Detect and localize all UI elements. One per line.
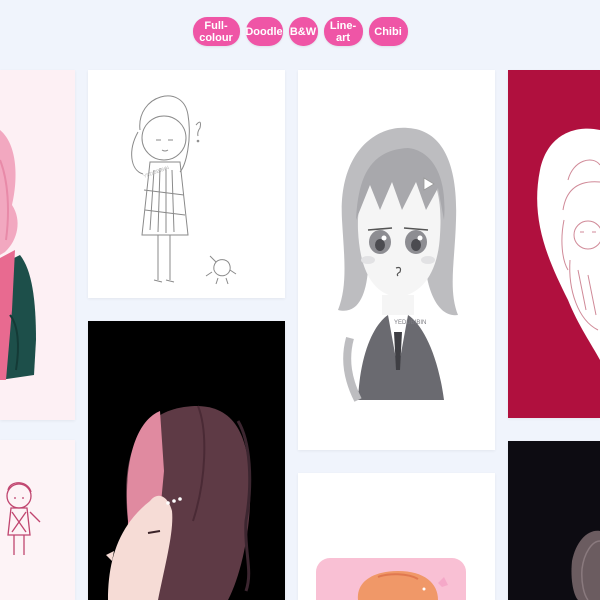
bw-portrait-watermark: YEDUBIBIN — [394, 320, 426, 326]
chibi-sketch-artwork — [0, 440, 75, 600]
pink-artwork — [298, 473, 495, 600]
gallery-card-dark-hair-girl[interactable] — [88, 321, 285, 600]
doodle-sketch-artwork: YEDUBIBIN — [88, 70, 285, 298]
gallery-card-dark-artwork[interactable] — [508, 441, 600, 600]
filter-doodle-button[interactable]: Doodle — [245, 17, 283, 46]
gallery-card-chibi-sketch[interactable] — [0, 440, 75, 600]
dark-hair-girl-artwork — [88, 321, 285, 600]
bw-portrait-artwork: YEDUBIBIN — [298, 70, 495, 450]
crimson-heart-artwork — [508, 70, 600, 418]
gallery-card-pink-artwork[interactable] — [298, 473, 495, 600]
gallery-card-bw-portrait[interactable]: YEDUBIBIN — [298, 70, 495, 450]
gallery-card-doodle-sketch[interactable]: YEDUBIBIN — [88, 70, 285, 298]
filter-bar: Full-colour Doodle B&W Line-art Chibi — [0, 17, 600, 46]
filter-chibi-button[interactable]: Chibi — [368, 17, 408, 46]
filter-bw-button[interactable]: B&W — [288, 17, 318, 46]
dark-artwork — [508, 441, 600, 600]
gallery-card-crimson-heart[interactable] — [508, 70, 600, 418]
filter-line-art-button[interactable]: Line-art — [323, 17, 363, 46]
gallery-card-pink-hair-girl[interactable] — [0, 70, 75, 420]
pink-hair-girl-artwork — [0, 70, 75, 420]
filter-full-colour-button[interactable]: Full-colour — [192, 17, 240, 46]
